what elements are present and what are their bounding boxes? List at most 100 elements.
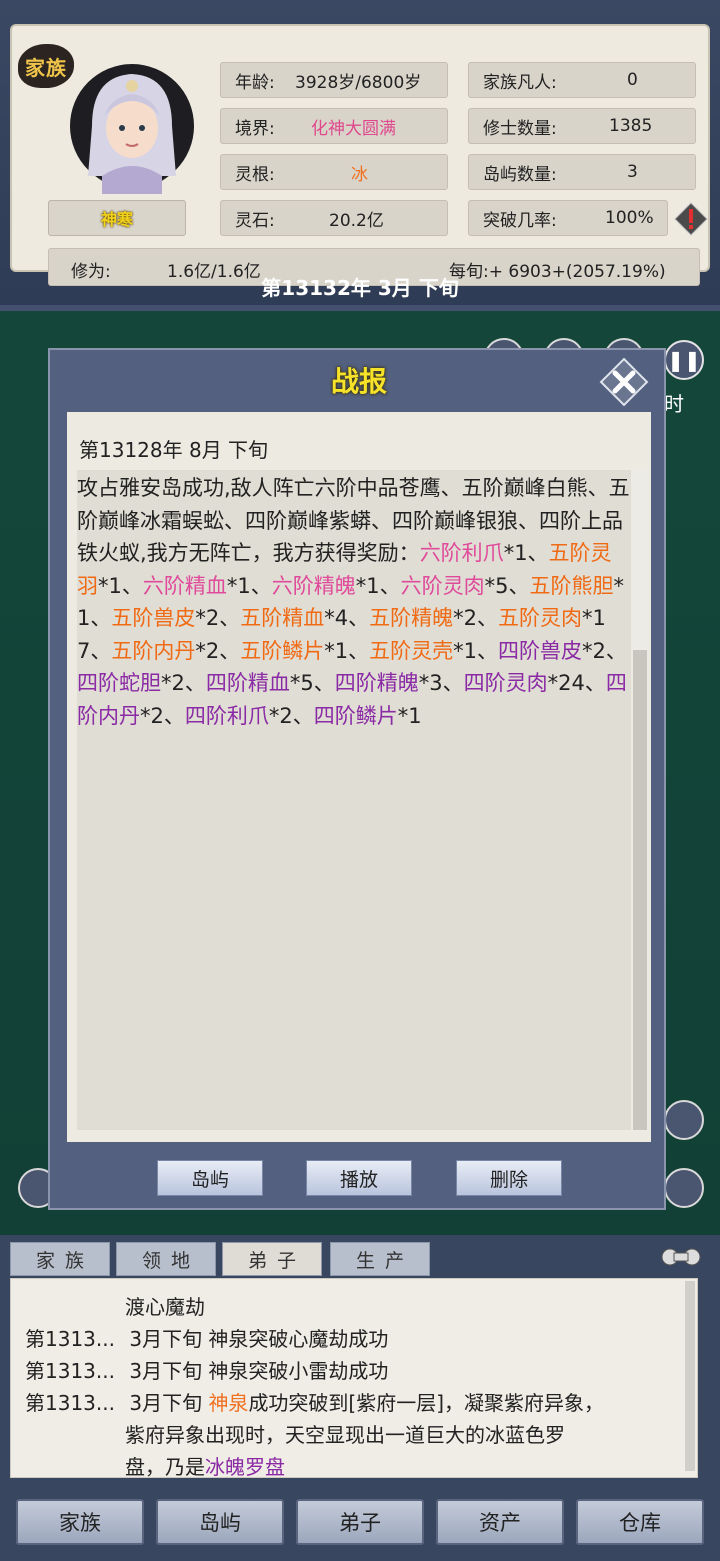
nav-warehouse[interactable]: 仓库 (576, 1499, 704, 1545)
delete-button[interactable]: 删除 (456, 1160, 562, 1196)
age-value: 3928岁/6800岁 (295, 72, 422, 93)
log-highlight: 冰魄罗盘 (205, 1455, 285, 1479)
log-text: 盘，乃是 (125, 1455, 205, 1479)
report-date: 第13128年 8月 下旬 (79, 438, 269, 462)
expand-icon[interactable] (658, 1245, 704, 1269)
close-icon[interactable] (598, 356, 650, 408)
reward-item: 四阶蛇胆 (77, 671, 161, 695)
reward-item: 六阶灵肉 (400, 573, 485, 598)
reward-item: 六阶精魄 (271, 573, 356, 598)
islands-label: 岛屿数量: (483, 164, 557, 185)
islands-value: 3 (627, 162, 638, 182)
breakthrough-value: 100% (605, 208, 654, 228)
pause-icon[interactable]: ❚❚ (664, 340, 704, 380)
report-segment: *3、 (418, 671, 464, 695)
play-button[interactable]: 播放 (306, 1160, 412, 1196)
spirit-stone-label: 灵石: (235, 210, 275, 231)
log-date: 第1313... (25, 1391, 115, 1415)
character-name-plate[interactable]: 神寒 (48, 200, 186, 236)
character-avatar[interactable] (62, 56, 202, 194)
spirit-root-label: 灵根: (235, 164, 275, 185)
spirit-root-value: 冰 (351, 164, 368, 185)
report-segment: *2、 (195, 606, 241, 630)
log-entry: 第1313... 3月下旬 神泉成功突破到[紫府一层]，凝聚紫府异象， (25, 1387, 604, 1416)
report-text: 攻占雅安岛成功,敌人阵亡六阶中品苍鹰、五阶巅峰白熊、五阶巅峰冰霜蜈蚣、四阶巅峰紫… (77, 470, 631, 1130)
mortals-value: 0 (627, 70, 638, 90)
report-segment: *1、 (324, 638, 370, 663)
realm-value: 化神大圆满 (311, 118, 396, 139)
log-text: 成功突破到[紫府一层]，凝聚紫府异象， (248, 1391, 605, 1415)
log-text: 3月下旬 神泉突破心魔劫成功 (129, 1327, 389, 1351)
reward-item: 五阶精魄 (369, 606, 454, 630)
mortals-stat: 家族凡人: 0 (468, 62, 696, 98)
report-segment: *1、 (98, 573, 143, 598)
report-segment: *5、 (484, 573, 530, 598)
reward-item: 四阶鳞片 (313, 703, 398, 728)
reward-item: 五阶灵壳 (369, 638, 454, 663)
report-segment: *1 (397, 703, 422, 728)
reward-item: 四阶灵肉 (463, 671, 548, 695)
reward-item: 五阶鳞片 (240, 638, 325, 663)
reward-item: 六阶利爪 (419, 541, 504, 565)
log-name: 神泉 (208, 1391, 249, 1415)
spirit-stone-stat: 灵石: 20.2亿 (220, 200, 448, 236)
age-stat: 年龄: 3928岁/6800岁 (220, 62, 448, 98)
nav-islands[interactable]: 岛屿 (156, 1499, 284, 1545)
log-entry: 第1313... 3月下旬 神泉突破心魔劫成功 (25, 1323, 388, 1352)
cultivators-label: 修士数量: (483, 118, 557, 139)
tab-disciples[interactable]: 弟子 (222, 1242, 322, 1276)
battle-report-dialog: 战报 第13128年 8月 下旬 攻占雅安岛成功,敌人阵亡六阶中品苍鹰、五阶巅峰… (48, 348, 666, 1210)
reward-item: 四阶精血 (205, 671, 290, 695)
island-button[interactable]: 岛屿 (157, 1160, 263, 1196)
scrollbar-thumb[interactable] (633, 650, 647, 1130)
tab-production[interactable]: 生产 (330, 1242, 430, 1276)
report-segment: *1、 (226, 573, 272, 598)
report-segment: *1、 (503, 541, 549, 565)
nav-family[interactable]: 家族 (16, 1499, 144, 1545)
report-segment: *2、 (140, 703, 185, 728)
log-date: 第1313... (25, 1327, 115, 1351)
report-segment: *1、 (355, 573, 401, 598)
reward-item: 五阶灵肉 (498, 606, 582, 630)
report-segment: *2、 (453, 606, 498, 630)
scrollbar[interactable] (633, 470, 647, 1130)
nav-assets[interactable]: 资产 (436, 1499, 564, 1545)
report-segment: *5、 (289, 671, 335, 695)
mountain-icon[interactable] (664, 1100, 704, 1140)
log-entry: 第1313... 3月下旬 神泉突破小雷劫成功 (25, 1355, 388, 1384)
cultivators-value: 1385 (609, 116, 653, 136)
log-entry-continued: 盘，乃是冰魄罗盘 (125, 1451, 285, 1480)
family-status-panel: 家族 神寒 年龄: 3928岁/6800岁 境界: 化神大圆满 灵根: 冰 灵石… (10, 24, 710, 286)
tab-territory[interactable]: 领地 (116, 1242, 216, 1276)
reward-item: 六阶精血 (142, 573, 227, 598)
spirit-root-stat: 灵根: 冰 (220, 154, 448, 190)
tab-family[interactable]: 家族 (10, 1242, 110, 1276)
log-text: 渡心魔劫 (125, 1295, 205, 1319)
log-entry: 渡心魔劫 (125, 1291, 205, 1320)
dialog-title: 战报 (330, 365, 387, 398)
log-scrollbar[interactable] (685, 1281, 695, 1471)
log-text: 3月下旬 (129, 1391, 209, 1415)
age-label: 年龄: (235, 72, 275, 93)
report-segment: *2、 (582, 638, 627, 663)
realm-stat: 境界: 化神大圆满 (220, 108, 448, 144)
gear-icon[interactable] (664, 1168, 704, 1208)
report-segment: *2、 (195, 638, 241, 663)
spirit-stone-value: 20.2亿 (329, 210, 384, 231)
log-entry-continued: 紫府异象出现时，天空显现出一道巨大的冰蓝色罗 (125, 1423, 565, 1447)
mortals-label: 家族凡人: (483, 72, 557, 93)
reward-item: 五阶熊胆 (529, 573, 614, 598)
breakthrough-label: 突破几率: (483, 210, 557, 231)
warning-icon[interactable] (674, 202, 708, 236)
bottom-panel: 家族 领地 弟子 生产 渡心魔劫 第1313... 3月下旬 神泉突破心魔劫成功… (0, 1235, 720, 1561)
report-segment: *24、 (547, 671, 606, 695)
log-text: 3月下旬 神泉突破小雷劫成功 (129, 1359, 389, 1383)
reward-item: 四阶利爪 (184, 703, 269, 728)
realm-label: 境界: (235, 118, 275, 139)
reward-item: 五阶精血 (240, 606, 325, 630)
report-segment: *2、 (161, 671, 206, 695)
nav-disciples[interactable]: 弟子 (296, 1499, 424, 1545)
event-log: 渡心魔劫 第1313... 3月下旬 神泉突破心魔劫成功 第1313... 3月… (10, 1278, 698, 1480)
report-segment: *2、 (268, 703, 314, 728)
reward-item: 四阶兽皮 (498, 638, 582, 663)
